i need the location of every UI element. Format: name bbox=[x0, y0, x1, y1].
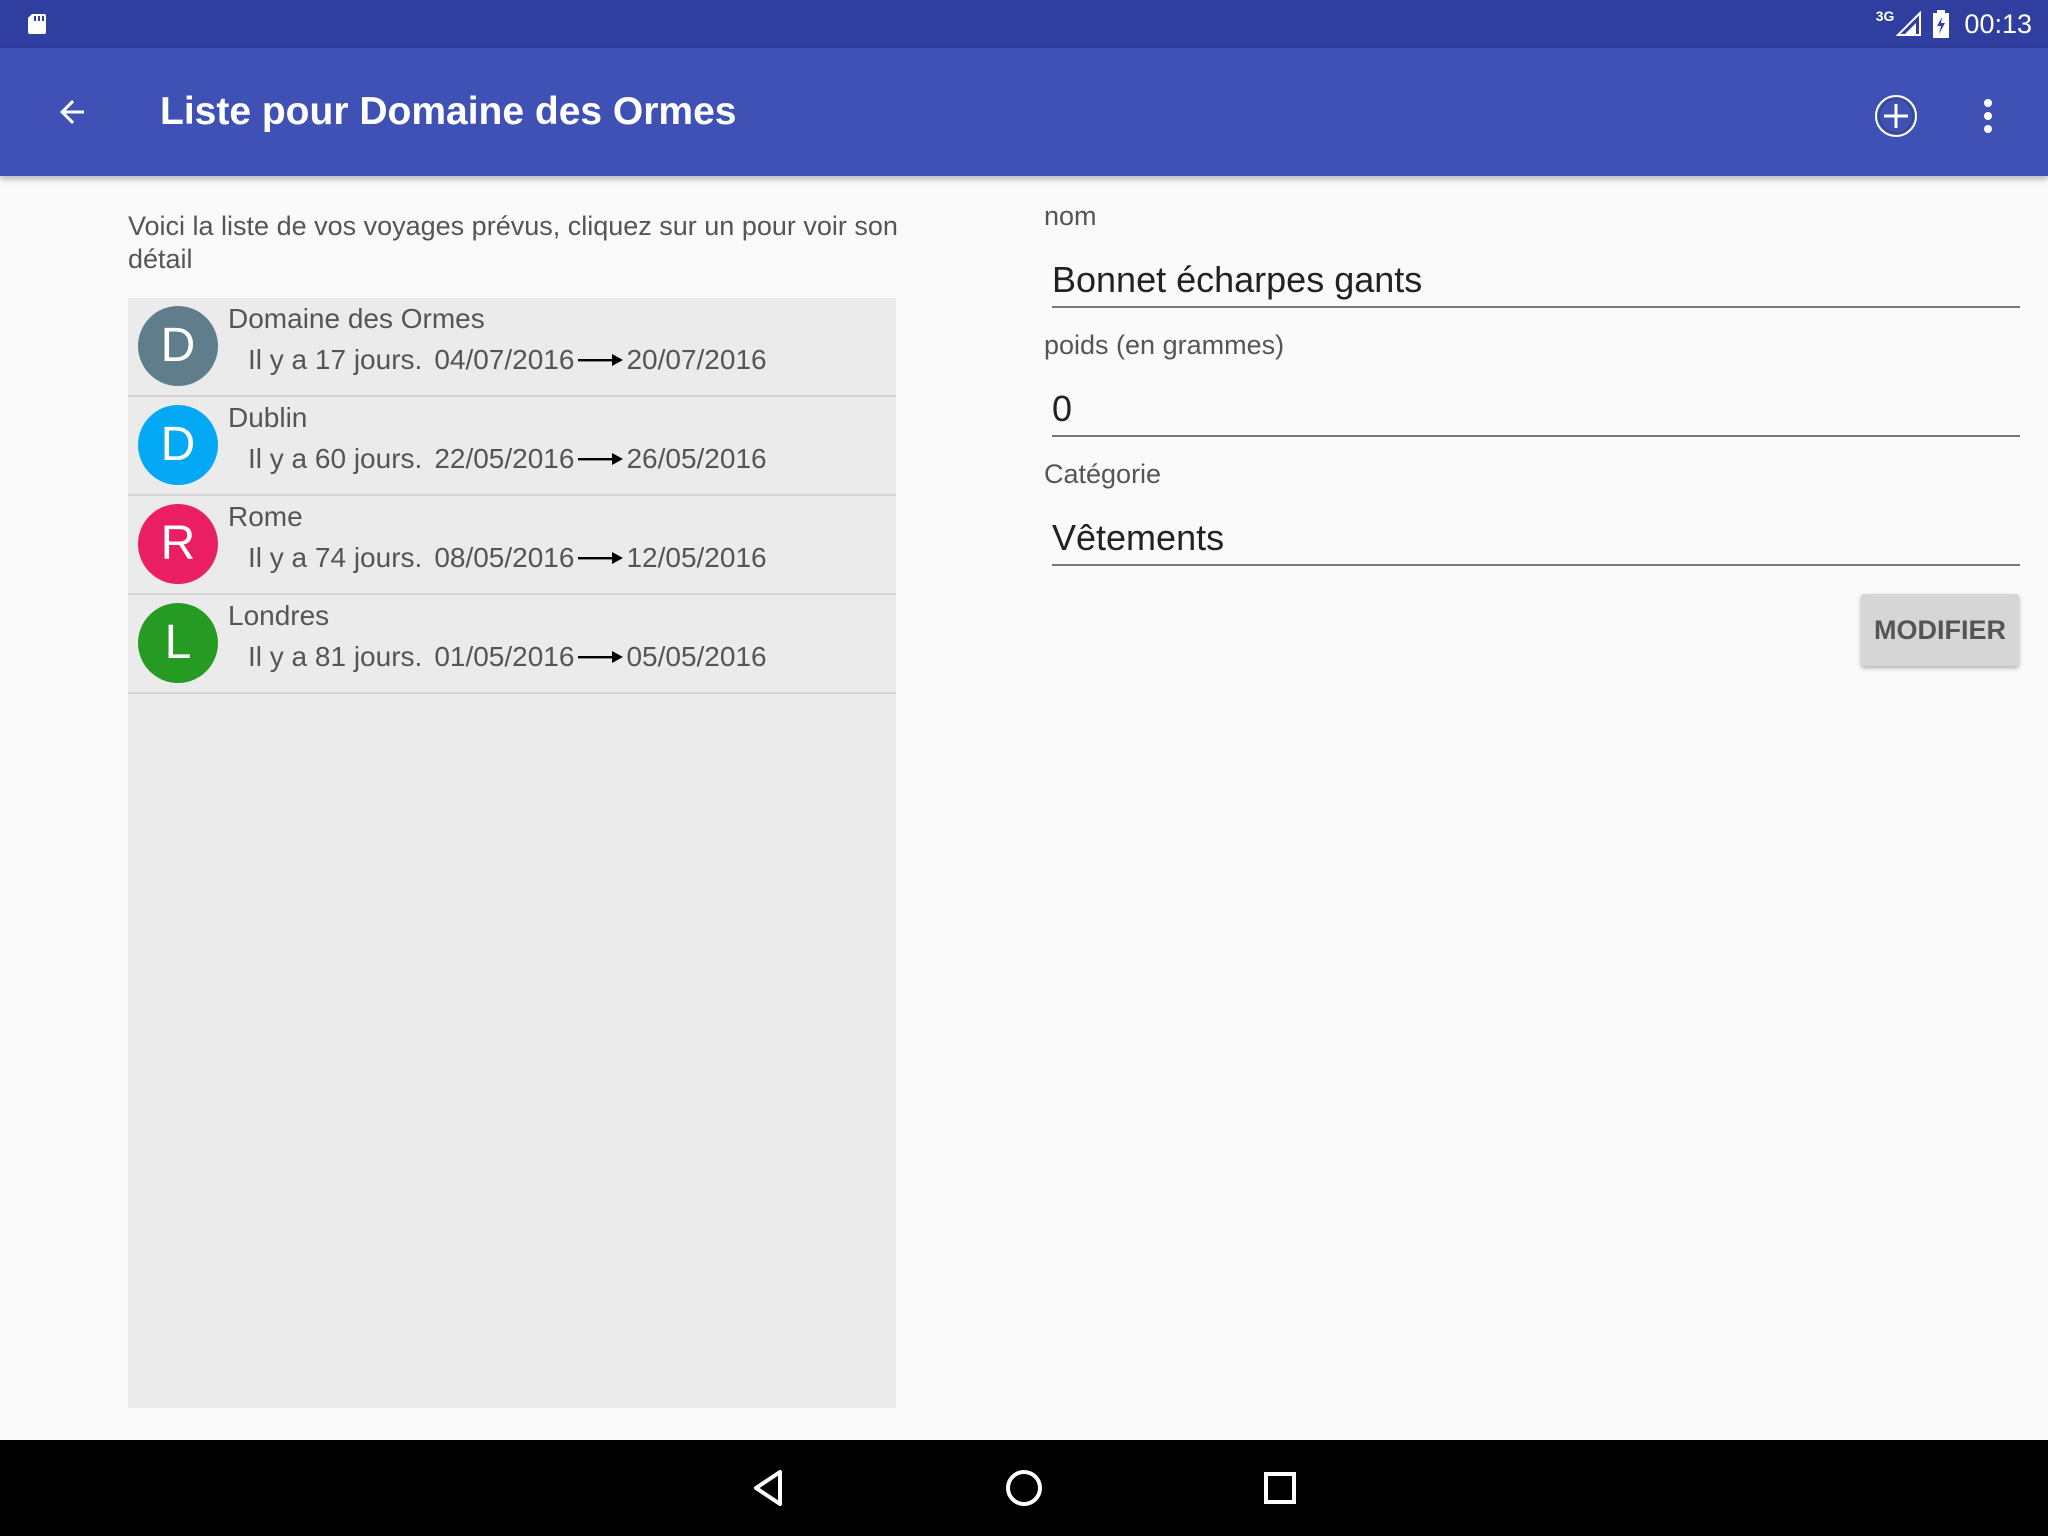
nav-home-icon bbox=[1006, 1470, 1042, 1506]
trip-end-date: 26/05/2016 bbox=[626, 443, 767, 474]
network-type-label: 3G bbox=[1875, 8, 1895, 24]
trip-list-item[interactable]: D Dublin Il y a 60 jours. 22/05/2016 26/… bbox=[128, 397, 896, 496]
arrow-right-icon bbox=[578, 354, 624, 366]
status-bar: 3G 00:13 bbox=[0, 0, 2048, 48]
name-field[interactable]: Bonnet écharpes gants bbox=[1052, 256, 2020, 308]
weight-field[interactable]: 0 bbox=[1052, 385, 2020, 437]
trip-ago: Il y a 60 jours. bbox=[248, 443, 423, 474]
app-toolbar: Liste pour Domaine des Ormes bbox=[0, 48, 2048, 176]
trip-avatar: D bbox=[138, 306, 218, 386]
modify-button[interactable]: MODIFIER bbox=[1861, 594, 2019, 666]
trip-ago: Il y a 74 jours. bbox=[248, 542, 423, 573]
trip-ago: Il y a 17 jours. bbox=[248, 344, 423, 375]
category-label: Catégorie bbox=[1044, 459, 1162, 489]
more-options-button[interactable] bbox=[1960, 88, 2016, 144]
signal-icon bbox=[1896, 11, 1922, 36]
trip-list-item[interactable]: L Londres Il y a 81 jours. 01/05/2016 05… bbox=[128, 595, 896, 694]
trip-start-date: 08/05/2016 bbox=[434, 542, 575, 573]
nav-recents-button[interactable] bbox=[1256, 1464, 1304, 1512]
trip-ago: Il y a 81 jours. bbox=[248, 641, 423, 672]
nav-back-icon bbox=[754, 1470, 782, 1506]
trip-avatar: L bbox=[138, 603, 218, 683]
trip-start-date: 01/05/2016 bbox=[434, 641, 575, 672]
nav-home-button[interactable] bbox=[1000, 1464, 1048, 1512]
nav-recents-icon bbox=[1264, 1472, 1296, 1504]
arrow-right-icon bbox=[578, 651, 624, 663]
arrow-right-icon bbox=[578, 453, 624, 465]
trip-detail: Il y a 17 jours. 04/07/2016 20/07/2016 bbox=[248, 342, 767, 378]
arrow-back-icon bbox=[60, 100, 84, 124]
trip-end-date: 05/05/2016 bbox=[626, 641, 767, 672]
status-time: 00:13 bbox=[1964, 8, 2032, 39]
trip-name: Dublin bbox=[228, 402, 308, 433]
weight-label: poids (en grammes) bbox=[1044, 330, 1285, 360]
add-button[interactable] bbox=[1868, 88, 1924, 144]
category-field[interactable]: Vêtements bbox=[1052, 514, 2020, 566]
back-button[interactable] bbox=[36, 84, 108, 140]
trip-name: Domaine des Ormes bbox=[228, 303, 485, 334]
trip-start-date: 04/07/2016 bbox=[434, 344, 575, 375]
trip-list-item[interactable]: R Rome Il y a 74 jours. 08/05/2016 12/05… bbox=[128, 496, 896, 595]
add-circle-icon bbox=[1875, 95, 1917, 137]
trip-avatar: D bbox=[138, 405, 218, 485]
trip-end-date: 12/05/2016 bbox=[626, 542, 767, 573]
trip-start-date: 22/05/2016 bbox=[434, 443, 575, 474]
trip-detail: Il y a 74 jours. 08/05/2016 12/05/2016 bbox=[248, 540, 767, 576]
nav-back-button[interactable] bbox=[744, 1464, 792, 1512]
trip-name: Londres bbox=[228, 600, 330, 631]
trip-name: Rome bbox=[228, 501, 303, 532]
toolbar-title: Liste pour Domaine des Ormes bbox=[160, 90, 737, 133]
trip-list-item[interactable]: D Domaine des Ormes Il y a 17 jours. 04/… bbox=[128, 298, 896, 397]
more-vert-icon bbox=[1984, 99, 1992, 133]
trip-detail: Il y a 81 jours. 01/05/2016 05/05/2016 bbox=[248, 639, 767, 675]
system-nav-bar bbox=[0, 1440, 2048, 1536]
sd-card-icon bbox=[28, 14, 46, 34]
intro-text: Voici la liste de vos voyages prévus, cl… bbox=[128, 211, 898, 274]
trip-end-date: 20/07/2016 bbox=[626, 344, 767, 375]
trip-avatar: R bbox=[138, 504, 218, 584]
name-label: nom bbox=[1044, 201, 1097, 231]
battery-charging-icon bbox=[1933, 10, 1950, 38]
arrow-right-icon bbox=[578, 552, 624, 564]
trip-list: D Domaine des Ormes Il y a 17 jours. 04/… bbox=[128, 298, 896, 1408]
trip-detail: Il y a 60 jours. 22/05/2016 26/05/2016 bbox=[248, 441, 767, 477]
